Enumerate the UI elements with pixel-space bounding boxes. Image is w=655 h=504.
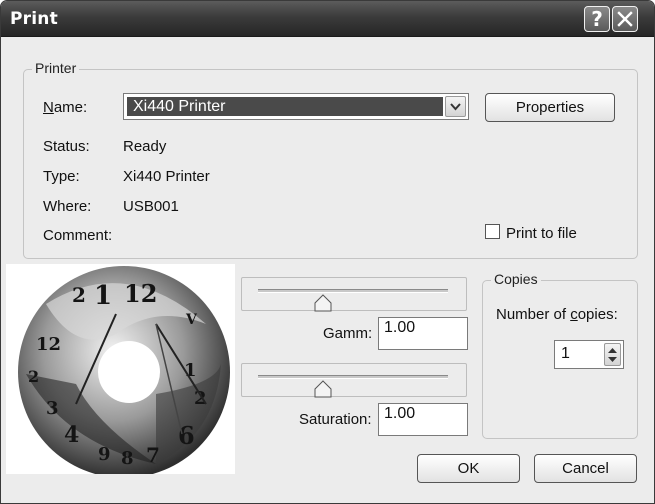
saturation-label: Saturation: [299, 411, 372, 428]
properties-button-label: Properties [515, 99, 585, 116]
chevron-down-icon [450, 102, 461, 110]
close-icon [617, 11, 633, 27]
svg-text:12: 12 [36, 334, 61, 355]
where-label: Where: [43, 198, 92, 215]
svg-text:2: 2 [194, 388, 207, 409]
gamma-slider-track [258, 289, 448, 293]
properties-button[interactable]: Properties [485, 93, 615, 122]
print-to-file-checkbox[interactable] [485, 224, 500, 239]
printer-select-value: Xi440 Printer [127, 97, 443, 116]
number-of-copies-label-start: Number of [496, 306, 571, 323]
number-of-copies-label-end: opies: [577, 306, 618, 323]
saturation-slider[interactable] [241, 363, 467, 398]
type-label: Type: [43, 168, 80, 185]
ok-button-label: OK [457, 460, 480, 477]
svg-text:7: 7 [146, 443, 160, 467]
title-bar[interactable]: Print ? [1, 1, 654, 37]
svg-text:2: 2 [72, 283, 86, 307]
help-button[interactable]: ? [584, 6, 610, 32]
svg-text:V: V [185, 312, 198, 328]
window-title: Print [10, 9, 58, 29]
svg-text:3: 3 [46, 398, 59, 419]
copies-group-label: Copies [491, 271, 541, 287]
status-label: Status: [43, 138, 90, 155]
saturation-input[interactable]: 1.00 [378, 403, 468, 436]
print-dialog: Print ? Printer Name: Xi440 Printer Prop… [0, 0, 655, 504]
svg-text:8: 8 [121, 448, 134, 469]
printer-group-label: Printer [32, 60, 80, 76]
close-button[interactable] [612, 6, 638, 32]
slider-thumb-icon[interactable] [314, 380, 332, 398]
svg-text:4: 4 [64, 422, 79, 448]
number-of-copies-mnemonic: c [570, 306, 578, 323]
printer-select-arrow[interactable] [445, 96, 466, 117]
preview-image: 1 12 2 12 2 3 4 1 2 6 7 8 9 V [18, 266, 230, 478]
status-value: Ready [123, 138, 167, 155]
ok-button[interactable]: OK [417, 454, 520, 483]
cancel-button[interactable]: Cancel [534, 454, 637, 483]
type-value: Xi440 Printer [123, 168, 210, 185]
spinner-icon[interactable] [604, 343, 621, 366]
copies-value: 1 [561, 345, 570, 362]
svg-text:2: 2 [28, 367, 39, 386]
copies-spinner[interactable]: 1 [554, 340, 624, 369]
name-label: Name: [43, 99, 87, 116]
saturation-slider-track [258, 375, 448, 379]
printer-select[interactable]: Xi440 Printer [123, 93, 469, 120]
where-value: USB001 [123, 198, 179, 215]
slider-thumb-icon[interactable] [314, 294, 332, 312]
cancel-button-label: Cancel [562, 460, 609, 477]
number-of-copies-label: Number of copies: [496, 306, 618, 323]
gamma-input[interactable]: 1.00 [378, 317, 468, 350]
help-icon: ? [591, 7, 603, 31]
gamma-label: Gamm: [323, 325, 373, 342]
name-label-rest: ame: [53, 99, 88, 116]
print-to-file-label[interactable]: Print to file [506, 225, 577, 242]
svg-text:1: 1 [94, 281, 112, 311]
name-label-mnemonic: N [43, 99, 54, 116]
spinner-down-icon[interactable] [605, 355, 620, 365]
spinner-up-icon[interactable] [605, 345, 620, 355]
svg-text:12: 12 [124, 279, 157, 308]
gamma-slider[interactable] [241, 277, 467, 312]
print-preview: 1 12 2 12 2 3 4 1 2 6 7 8 9 V [6, 264, 235, 478]
comment-label: Comment: [43, 227, 113, 244]
svg-text:9: 9 [98, 444, 111, 465]
